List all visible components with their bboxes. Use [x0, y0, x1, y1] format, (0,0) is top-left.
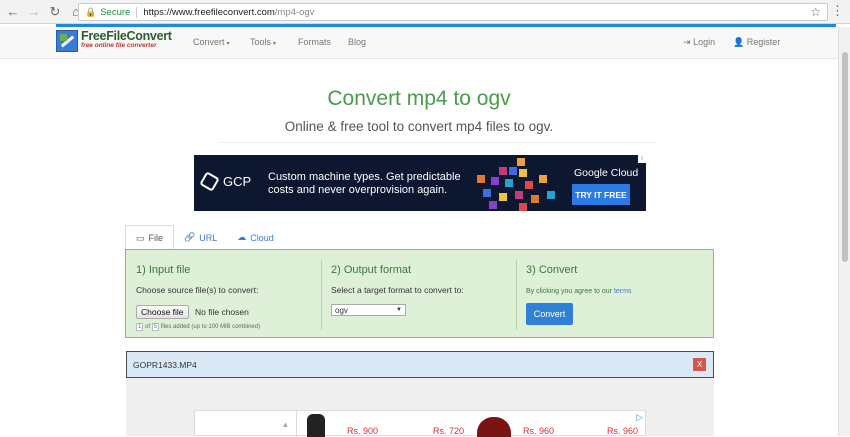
page-title: Convert mp4 to ogv — [327, 87, 511, 110]
user-icon: 👤 — [733, 37, 745, 47]
price-label[interactable]: Rs. 960 — [523, 426, 554, 436]
product-image[interactable] — [477, 417, 511, 437]
site-logo[interactable]: FreeFileConvert free online file convert… — [56, 30, 172, 52]
ad-text: Custom machine types. Get predictable co… — [268, 171, 461, 196]
browser-toolbar: ← → ↻ ⌂ 🔒 Secure https://www.freefilecon… — [0, 0, 850, 24]
nav-convert[interactable]: Convert ▾ — [193, 37, 230, 47]
file-row: GOPR1433.MP4 X — [126, 351, 714, 378]
input-step-desc: Choose source file(s) to convert: — [136, 285, 259, 295]
price-label[interactable]: Rs. 900 — [347, 426, 378, 436]
caret-up-icon[interactable]: ▲ — [275, 411, 297, 437]
file-name: GOPR1433.MP4 — [133, 359, 197, 370]
forward-icon[interactable]: → — [26, 4, 42, 20]
terms-notice: By clicking you agree to our terms — [526, 288, 632, 295]
scrollbar-thumb[interactable] — [842, 52, 848, 262]
link-icon: 🔗 — [184, 232, 196, 242]
format-select[interactable]: ogv ▼ — [331, 304, 406, 316]
converter-panel: 1) Input file Choose source file(s) to c… — [125, 249, 714, 338]
remove-file-button[interactable]: X — [693, 358, 706, 371]
login-icon: ⇥ — [683, 37, 691, 47]
site-header: FreeFileConvert free online file convert… — [0, 27, 838, 59]
divider — [220, 142, 656, 143]
back-icon[interactable]: ← — [5, 4, 21, 20]
page-scrollbar[interactable] — [838, 27, 850, 436]
bookmark-star-icon[interactable]: ☆ — [810, 5, 821, 19]
browser-menu-icon[interactable]: ⋮ — [831, 4, 844, 18]
input-step: 1) Input file Choose source file(s) to c… — [126, 250, 321, 339]
secure-label: Secure — [100, 6, 131, 18]
terms-link[interactable]: terms — [614, 288, 632, 295]
try-it-free-button[interactable]: TRY IT FREE — [572, 184, 630, 205]
adchoices-icon[interactable]: ▷ — [636, 412, 643, 423]
files-count: 1 of 5 files added (up to 100 MiB combin… — [136, 323, 261, 331]
price-label[interactable]: Rs. 720 — [433, 426, 464, 436]
ad-info-icon[interactable]: i — [638, 155, 646, 163]
no-file-label: No file chosen — [194, 307, 249, 317]
url-path: /mp4-ogv — [274, 6, 315, 18]
login-link[interactable]: ⇥ Login — [683, 37, 715, 48]
monitor-icon: ▭ — [136, 232, 145, 243]
product-image[interactable] — [307, 414, 325, 437]
product-ad[interactable]: ▲ Rs. 900 Rs. 720 Rs. 960 Rs. 960 ▷ — [194, 410, 646, 437]
lock-icon: 🔒 — [85, 6, 97, 17]
output-step-desc: Select a target format to convert to: — [331, 285, 464, 295]
logo-icon — [56, 30, 78, 52]
ad-banner[interactable]: GCP Custom machine types. Get predictabl… — [194, 155, 646, 211]
convert-button[interactable]: Convert — [526, 303, 573, 325]
tab-file[interactable]: ▭ File — [125, 225, 175, 250]
register-link[interactable]: 👤 Register — [733, 37, 780, 48]
reload-icon[interactable]: ↻ — [47, 4, 63, 20]
tab-url[interactable]: 🔗 URL — [174, 225, 227, 250]
hexagon-icon — [199, 171, 220, 192]
convert-step: 3) Convert By clicking you agree to our … — [516, 250, 713, 339]
caret-down-icon: ▼ — [396, 307, 402, 313]
chevron-down-icon: ▾ — [226, 41, 230, 47]
google-cloud-label: Google Cloud — [574, 167, 639, 179]
logo-title: FreeFileConvert — [81, 29, 172, 43]
convert-step-title: 3) Convert — [526, 264, 578, 276]
address-bar[interactable]: 🔒 Secure https://www.freefileconvert.com… — [78, 3, 828, 21]
gcp-logo: GCP — [199, 171, 251, 192]
source-tabs: ▭ File 🔗 URL ☁ Cloud — [125, 225, 284, 250]
nav-tools[interactable]: Tools ▾ — [250, 37, 276, 47]
price-label[interactable]: Rs. 960 — [607, 426, 638, 436]
output-step-title: 2) Output format — [331, 264, 412, 276]
output-step: 2) Output format Select a target format … — [321, 250, 516, 339]
tab-cloud[interactable]: ☁ Cloud — [227, 225, 284, 250]
input-step-title: 1) Input file — [136, 264, 191, 276]
page-subtitle: Online & free tool to convert mp4 files … — [284, 119, 554, 134]
choose-file-button[interactable]: Choose file — [136, 305, 189, 319]
url-host: https://www.freefileconvert.com — [143, 6, 275, 18]
chevron-down-icon: ▾ — [273, 41, 277, 47]
cubes-illustration — [469, 155, 579, 211]
nav-formats[interactable]: Formats — [298, 37, 331, 47]
cloud-icon: ☁ — [237, 232, 247, 242]
nav-blog[interactable]: Blog — [348, 37, 366, 47]
divider — [136, 6, 138, 18]
